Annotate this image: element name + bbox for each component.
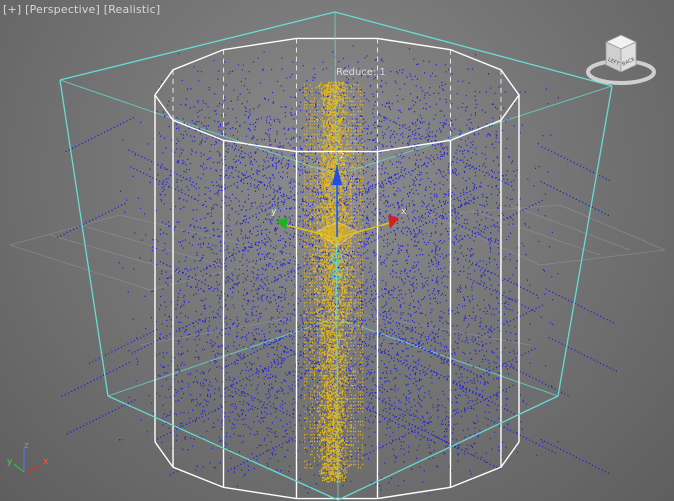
- gizmo-x-label: x: [401, 207, 407, 217]
- gizmo-z-label: z: [340, 151, 345, 161]
- grid-line: [429, 204, 561, 216]
- box-edge-front: [59, 79, 109, 397]
- viewport-view-button[interactable]: [Perspective]: [25, 3, 100, 16]
- grid-line: [49, 234, 191, 276]
- box-edge-back: [335, 317, 559, 397]
- viewcube[interactable]: LEFT BACK: [584, 32, 658, 92]
- reduce-overlay-text: Reduce: 1: [336, 67, 386, 78]
- viewport-menu-button[interactable]: [+]: [3, 3, 21, 16]
- box-edge-front: [557, 85, 613, 397]
- axis-tripod: z x y: [7, 441, 49, 473]
- grid-line: [9, 214, 121, 246]
- box-edge-front: [59, 11, 336, 81]
- tripod-y-axis: [13, 463, 25, 473]
- viewport-shading-button[interactable]: [Realistic]: [104, 3, 161, 16]
- gizmo-x-arrowhead: [388, 215, 399, 229]
- grid-line: [539, 249, 666, 266]
- tripod-z-label: z: [24, 441, 29, 451]
- gizmo-y-label: y: [271, 207, 277, 217]
- tripod-y-label: y: [7, 457, 13, 467]
- box-edge-back: [59, 79, 338, 176]
- viewport-label-bar: [+] [Perspective] [Realistic]: [3, 3, 160, 16]
- grid-line: [9, 244, 151, 291]
- grid-line: [469, 209, 601, 256]
- perspective-viewport[interactable]: z x y [+] [Perspective] [Realistic] Reduce…: [0, 0, 674, 501]
- tripod-x-label: x: [43, 457, 49, 467]
- tripod-x-axis: [23, 464, 43, 473]
